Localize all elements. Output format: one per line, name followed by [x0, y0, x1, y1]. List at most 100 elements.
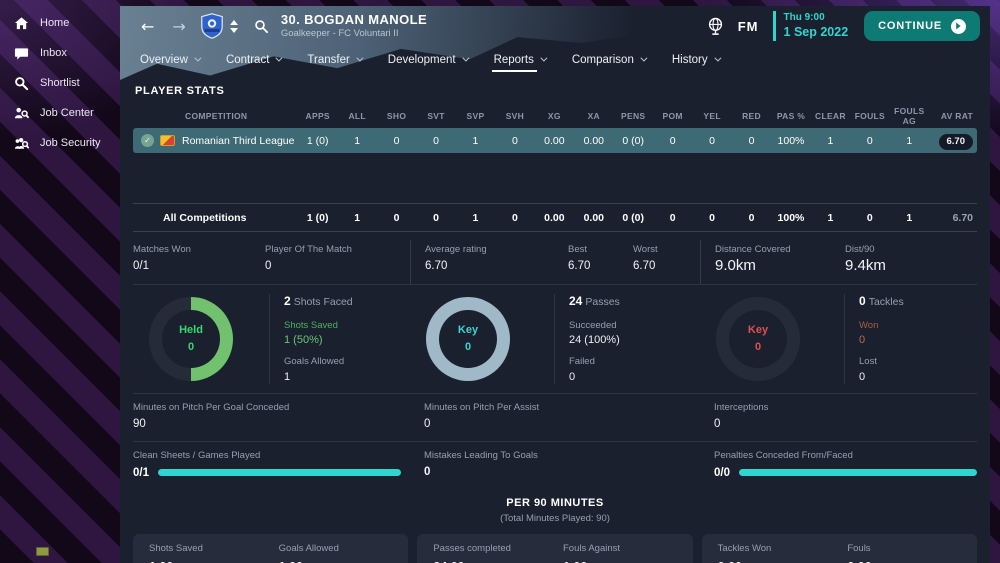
per90-cards: Shots Saved 1.00 Goals Allowed 1.00 Pass…: [133, 534, 977, 563]
stat-cell: 0: [377, 135, 416, 147]
tab-reports[interactable]: Reports: [494, 46, 545, 73]
best-rating-stat: Best 6.70: [568, 245, 633, 275]
stat-cell: 1: [890, 135, 929, 147]
interceptions-stat: Interceptions 0: [700, 393, 977, 441]
back-arrow-icon[interactable]: ←: [132, 17, 163, 36]
sidebar-item-label: Home: [40, 17, 69, 29]
passes-donut-chart: Key 0: [426, 297, 510, 381]
title-bar: ← → 30. BOGDAN MANOLE Goalkeeper - FC Vo…: [120, 6, 990, 46]
search-icon[interactable]: [254, 19, 269, 34]
shots-faced-headline: 2Shots Faced: [284, 294, 353, 309]
column-header[interactable]: RED: [732, 111, 771, 121]
sidebar-item-job-center[interactable]: Job Center: [0, 98, 120, 128]
stat-cell: 100%: [771, 212, 810, 224]
column-header[interactable]: ALL: [337, 111, 376, 121]
tab-contract[interactable]: Contract: [226, 46, 280, 73]
chevron-down-icon: [540, 55, 547, 62]
per90-card-saves: Shots Saved 1.00 Goals Allowed 1.00: [133, 534, 408, 563]
sidebar-item-label: Shortlist: [40, 77, 80, 89]
column-header-avrat[interactable]: AV RAT: [929, 111, 977, 121]
shots-held-donut-chart: Held 0: [149, 297, 233, 381]
sidebar-item-shortlist[interactable]: Shortlist: [0, 68, 120, 98]
column-header[interactable]: XA: [574, 111, 613, 121]
sidebar-item-inbox[interactable]: Inbox: [0, 38, 120, 68]
player-nav-tabs: Overview Contract Transfer Development R…: [120, 46, 990, 73]
desktop-indicator-icon: [36, 547, 49, 556]
column-header[interactable]: FOULS AG: [890, 106, 929, 126]
club-badge-icon[interactable]: [201, 13, 223, 39]
chevron-down-icon: [640, 55, 647, 62]
fm-app-window: Home Inbox Shortlist Job Center Job Secu…: [0, 0, 1000, 563]
sidebar-item-label: Job Center: [40, 107, 94, 119]
player-subtitle: Goalkeeper - FC Voluntari II: [281, 28, 427, 40]
dist-per90-stat: Dist/90 9.4km: [845, 245, 886, 275]
tackles-lost-stat: Lost 0: [859, 356, 904, 384]
shots-saved-stat: Shots Saved 1 (50%): [284, 320, 353, 348]
clean-sheets-stat: Clean Sheets / Games Played 0/1: [133, 441, 410, 492]
stat-cell: 0: [653, 212, 692, 224]
page-title: PLAYER STATS: [135, 85, 977, 97]
forward-arrow-icon[interactable]: →: [163, 17, 194, 36]
sidebar-item-job-security[interactable]: Job Security: [0, 128, 120, 158]
stat-cell: 1: [337, 135, 376, 147]
column-header[interactable]: CLEAR: [811, 111, 850, 121]
sidebar: Home Inbox Shortlist Job Center Job Secu…: [0, 8, 120, 158]
tab-development[interactable]: Development: [388, 46, 467, 73]
chevron-down-icon: [356, 55, 363, 62]
stat-cell: 0: [653, 135, 692, 147]
column-header[interactable]: SVT: [416, 111, 455, 121]
passes-succeeded-stat: Succeeded 24 (100%): [569, 320, 620, 348]
game-datetime: Thu 9:00 1 Sep 2022: [773, 11, 849, 40]
chevron-up-icon: [230, 20, 238, 25]
mistakes-stat: Mistakes Leading To Goals 0: [410, 441, 700, 492]
report-content: PLAYER STATS COMPETITION APPS ALL SHO SV…: [120, 85, 990, 563]
per90-shots-saved: Shots Saved 1.00: [149, 544, 279, 563]
average-rating-stat: Average rating 6.70: [425, 245, 568, 275]
penalties-progress-bar: [739, 469, 977, 476]
tab-comparison[interactable]: Comparison: [572, 46, 645, 73]
distance-covered-stat: Distance Covered 9.0km: [715, 245, 845, 275]
stat-cell: 0: [850, 135, 889, 147]
job-security-icon: [13, 135, 29, 151]
column-header[interactable]: YEL: [692, 111, 731, 121]
sidebar-item-home[interactable]: Home: [0, 8, 120, 38]
continue-button[interactable]: CONTINUE: [864, 11, 980, 41]
column-header[interactable]: SHO: [377, 111, 416, 121]
sidebar-item-label: Job Security: [40, 137, 101, 149]
column-header[interactable]: SVH: [495, 111, 534, 121]
column-header[interactable]: PENS: [614, 111, 653, 121]
player-identity: 30. BOGDAN MANOLE Goalkeeper - FC Volunt…: [281, 12, 427, 40]
stat-cell: 1 (0): [298, 135, 337, 147]
competition-name: Romanian Third League Gro...: [182, 135, 298, 147]
per90-fouls-against: Fouls Against 1.00: [563, 544, 693, 563]
column-header[interactable]: XG: [535, 111, 574, 121]
column-header[interactable]: FOULS: [850, 111, 889, 121]
magnifier-icon: [13, 75, 29, 91]
column-header-competition[interactable]: COMPETITION: [133, 111, 298, 121]
main-panel: ← → 30. BOGDAN MANOLE Goalkeeper - FC Vo…: [120, 6, 990, 563]
clean-sheets-progress-bar: [158, 469, 401, 476]
tab-history[interactable]: History: [672, 46, 719, 73]
club-switcher-chevrons[interactable]: [230, 20, 238, 33]
stat-cell: 1: [456, 212, 495, 224]
column-header[interactable]: APPS: [298, 111, 337, 121]
chevron-down-icon: [230, 28, 238, 33]
column-header[interactable]: POM: [653, 111, 692, 121]
summary-top-row: Matches Won 0/1 Player Of The Match 0 Av…: [133, 240, 977, 284]
tab-overview[interactable]: Overview: [140, 46, 199, 73]
worst-rating-stat: Worst 6.70: [633, 245, 658, 275]
tab-transfer[interactable]: Transfer: [307, 46, 360, 73]
globe-icon[interactable]: [707, 17, 724, 36]
competition-row[interactable]: ✓ Romanian Third League Gro... 1 (0) 1 0…: [133, 128, 977, 153]
stat-cell: 0 (0): [614, 135, 653, 147]
column-header[interactable]: PAS %: [771, 111, 810, 121]
stat-cell: 0 (0): [614, 212, 653, 224]
column-header[interactable]: SVP: [456, 111, 495, 121]
stat-cell: 0.00: [574, 135, 613, 147]
stat-cell: 1: [890, 212, 929, 224]
donut-row: Held 0 2Shots Faced Shots Saved 1 (50%) …: [133, 284, 977, 393]
goals-allowed-stat: Goals Allowed 1: [284, 356, 353, 384]
competition-logo-icon: [160, 135, 175, 146]
total-rating: 6.70: [929, 212, 977, 224]
stat-cell: 0: [377, 212, 416, 224]
